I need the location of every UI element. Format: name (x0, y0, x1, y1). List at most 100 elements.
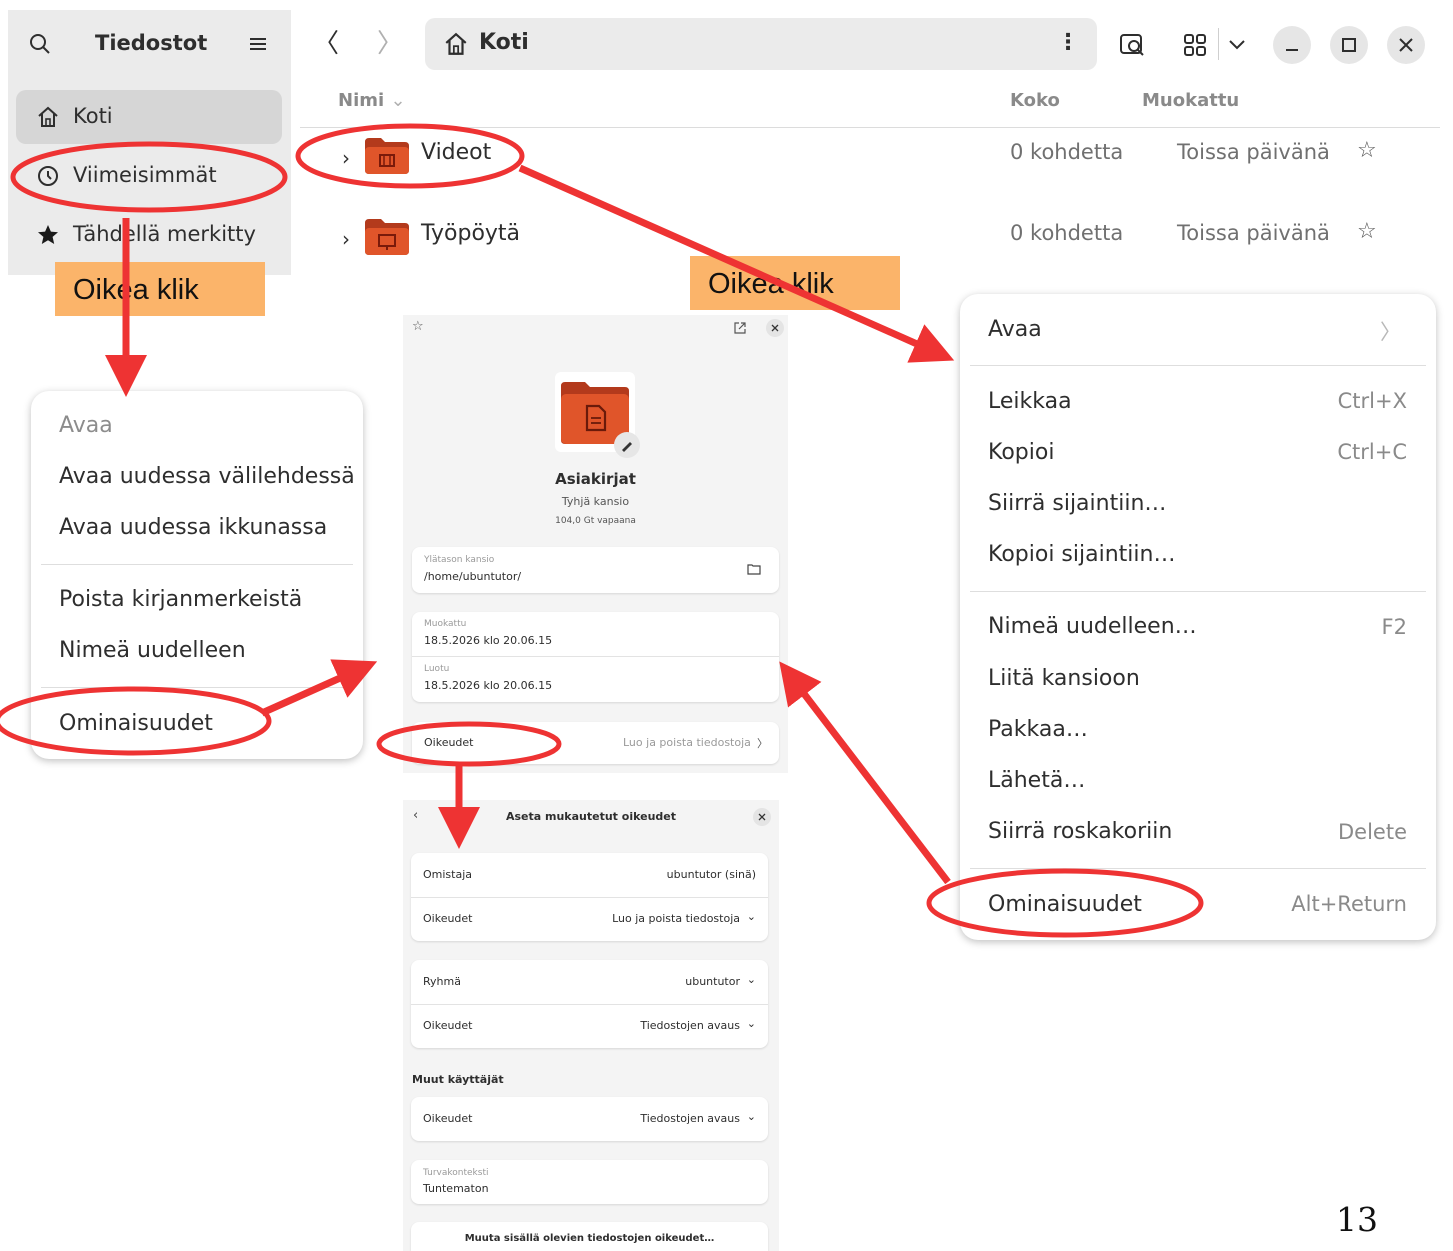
file-name: Työpöytä (421, 221, 521, 246)
sort-chevron-icon: ⌄ (390, 90, 406, 111)
menu-item-open[interactable]: Avaa (59, 413, 113, 438)
others-heading: Muut käyttäjät (412, 1073, 504, 1086)
arrow-file-properties-to-panel (779, 661, 951, 885)
sidebar-item-starred[interactable]: Tähdellä merkitty (16, 208, 282, 262)
owner-permissions-dropdown[interactable]: Oikeudet Luo ja poista tiedostoja ⌄ (411, 897, 768, 941)
others-permissions-value: Tiedostojen avaus (640, 1112, 740, 1125)
change-contained-permissions-button[interactable]: Muuta sisällä olevien tiedostojen oikeud… (411, 1222, 768, 1251)
shortcut-properties: Alt+Return (1291, 892, 1407, 916)
chevron-down-icon: ⌄ (746, 1017, 756, 1030)
dialog-title: Aseta mukautetut oikeudet (505, 810, 677, 823)
menu-item-open[interactable]: Avaa (988, 317, 1042, 342)
menu-item-rename[interactable]: Nimeä uudelleen… (988, 614, 1197, 639)
sidebar-item-label: Tähdellä merkitty (73, 222, 256, 246)
modified-label: Muokattu (424, 619, 467, 629)
permissions-row[interactable]: Oikeudet Luo ja poista tiedostoja 〉 (412, 722, 779, 764)
star-toggle-icon[interactable]: ☆ (1357, 219, 1377, 244)
chevron-down-icon: ⌄ (746, 973, 756, 986)
menu-item-send[interactable]: Lähetä… (988, 768, 1085, 793)
home-icon (445, 32, 467, 55)
file-modified: Toissa päivänä (1177, 140, 1330, 164)
videos-folder-icon (365, 138, 409, 174)
group-dropdown[interactable]: Ryhmä ubuntutor ⌄ (411, 960, 768, 1004)
menu-item-properties[interactable]: Ominaisuudet (988, 892, 1142, 917)
others-permissions-dropdown[interactable]: Oikeudet Tiedostojen avaus ⌄ (411, 1097, 768, 1141)
star-toggle-icon[interactable]: ☆ (412, 319, 424, 334)
open-folder-icon[interactable] (747, 563, 761, 575)
menu-separator (970, 591, 1426, 592)
file-row[interactable]: › Videot 0 kohdetta Toissa päivänä ☆ (300, 124, 1440, 194)
chevron-right-icon: 〉 (757, 737, 768, 750)
right-click-label-right: Oikea klik (690, 256, 900, 310)
menu-item-properties[interactable]: Ominaisuudet (59, 711, 213, 736)
app-title: Tiedostot (95, 31, 208, 55)
menu-item-open-new-window[interactable]: Avaa uudessa ikkunassa (59, 515, 327, 540)
menu-separator (41, 687, 353, 688)
sidebar-item-home[interactable]: Koti (16, 90, 282, 144)
security-context-card: Turvakonteksti Tuntematon (411, 1160, 768, 1204)
close-button[interactable] (766, 319, 784, 337)
menu-separator (41, 564, 353, 565)
properties-subtitle: Tyhjä kansio (561, 495, 630, 508)
column-header-label: Nimi (338, 90, 385, 111)
card-divider (412, 656, 779, 657)
menu-item-compress[interactable]: Pakkaa… (988, 717, 1088, 742)
column-header-size[interactable]: Koko (1010, 90, 1060, 111)
file-modified: Toissa päivänä (1177, 221, 1330, 245)
path-current-location: Koti (479, 30, 529, 55)
dates-card: Muokattu 18.5.2026 klo 20.06.15 Luotu 18… (412, 612, 779, 702)
menu-item-attach-to-folder[interactable]: Liitä kansioon (988, 666, 1140, 691)
path-menu-button[interactable]: ⋮ (1057, 30, 1079, 55)
menu-item-remove-bookmark[interactable]: Poista kirjanmerkeistä (59, 587, 302, 612)
sidebar-item-label: Viimeisimmät (73, 163, 217, 187)
menu-item-cut[interactable]: Leikkaa (988, 389, 1072, 414)
maximize-button[interactable] (1330, 26, 1368, 64)
parent-folder-card[interactable]: Ylätason kansio /home/ubuntutor/ (412, 547, 779, 593)
menu-item-open-new-tab[interactable]: Avaa uudessa välilehdessä (59, 464, 355, 489)
submenu-chevron-icon: 〉 (1380, 320, 1401, 344)
file-size: 0 kohdetta (1010, 140, 1124, 164)
sidebar-item-recent[interactable]: Viimeisimmät (16, 149, 282, 203)
grid-view-icon[interactable] (1180, 30, 1210, 60)
close-button[interactable] (1387, 26, 1425, 64)
forward-button[interactable]: 〉 (372, 26, 408, 62)
menu-item-move-to[interactable]: Siirrä sijaintiin… (988, 491, 1166, 516)
group-permissions-value: Tiedostojen avaus (640, 1019, 740, 1032)
created-label: Luotu (424, 664, 450, 674)
path-bar[interactable]: Koti ⋮ (425, 18, 1097, 70)
menu-separator (970, 868, 1426, 869)
menu-item-copy-to[interactable]: Kopioi sijaintiin… (988, 542, 1175, 567)
column-header-name[interactable]: Nimi ⌄ (338, 90, 406, 111)
file-name: Videot (421, 140, 492, 165)
close-button[interactable] (753, 808, 771, 826)
star-icon (38, 225, 58, 244)
sidebar: Tiedostot Koti Viimeisimmät Tähdellä mer… (8, 10, 291, 275)
expand-chevron-icon[interactable]: › (342, 227, 350, 251)
expand-chevron-icon[interactable]: › (342, 146, 350, 170)
chevron-down-icon: ⌄ (746, 1110, 756, 1123)
edit-icon-button[interactable] (614, 432, 640, 458)
hamburger-menu-icon[interactable] (246, 32, 270, 56)
properties-panel: ☆ Asiakirjat Tyhjä kansio 104,0 Gt vapaa… (403, 315, 788, 773)
close-icon (771, 324, 779, 332)
pencil-icon (622, 442, 632, 452)
search-in-folder-icon[interactable] (1117, 29, 1147, 59)
chevron-down-icon[interactable] (1226, 35, 1248, 55)
menu-item-copy[interactable]: Kopioi (988, 440, 1054, 465)
shortcut-rename: F2 (1381, 615, 1407, 639)
menu-item-rename[interactable]: Nimeä uudelleen (59, 638, 246, 663)
header-divider (1218, 28, 1219, 60)
back-button[interactable]: 〈 (308, 26, 344, 62)
open-external-icon[interactable] (733, 321, 747, 335)
page-number: 13 (1336, 1200, 1378, 1239)
menu-item-move-to-trash[interactable]: Siirrä roskakoriin (988, 819, 1172, 844)
owner-label: Omistaja (423, 868, 473, 881)
star-toggle-icon[interactable]: ☆ (1357, 138, 1377, 163)
column-header-modified[interactable]: Muokattu (1142, 90, 1239, 111)
owner-value: ubuntutor (sinä) (666, 868, 756, 881)
minimize-button[interactable] (1273, 26, 1311, 64)
group-permissions-dropdown[interactable]: Oikeudet Tiedostojen avaus ⌄ (411, 1004, 768, 1048)
permissions-value: Luo ja poista tiedostoja (623, 736, 751, 749)
owner-card: Omistaja ubuntutor (sinä) Oikeudet Luo j… (411, 853, 768, 941)
search-icon[interactable] (28, 32, 52, 56)
